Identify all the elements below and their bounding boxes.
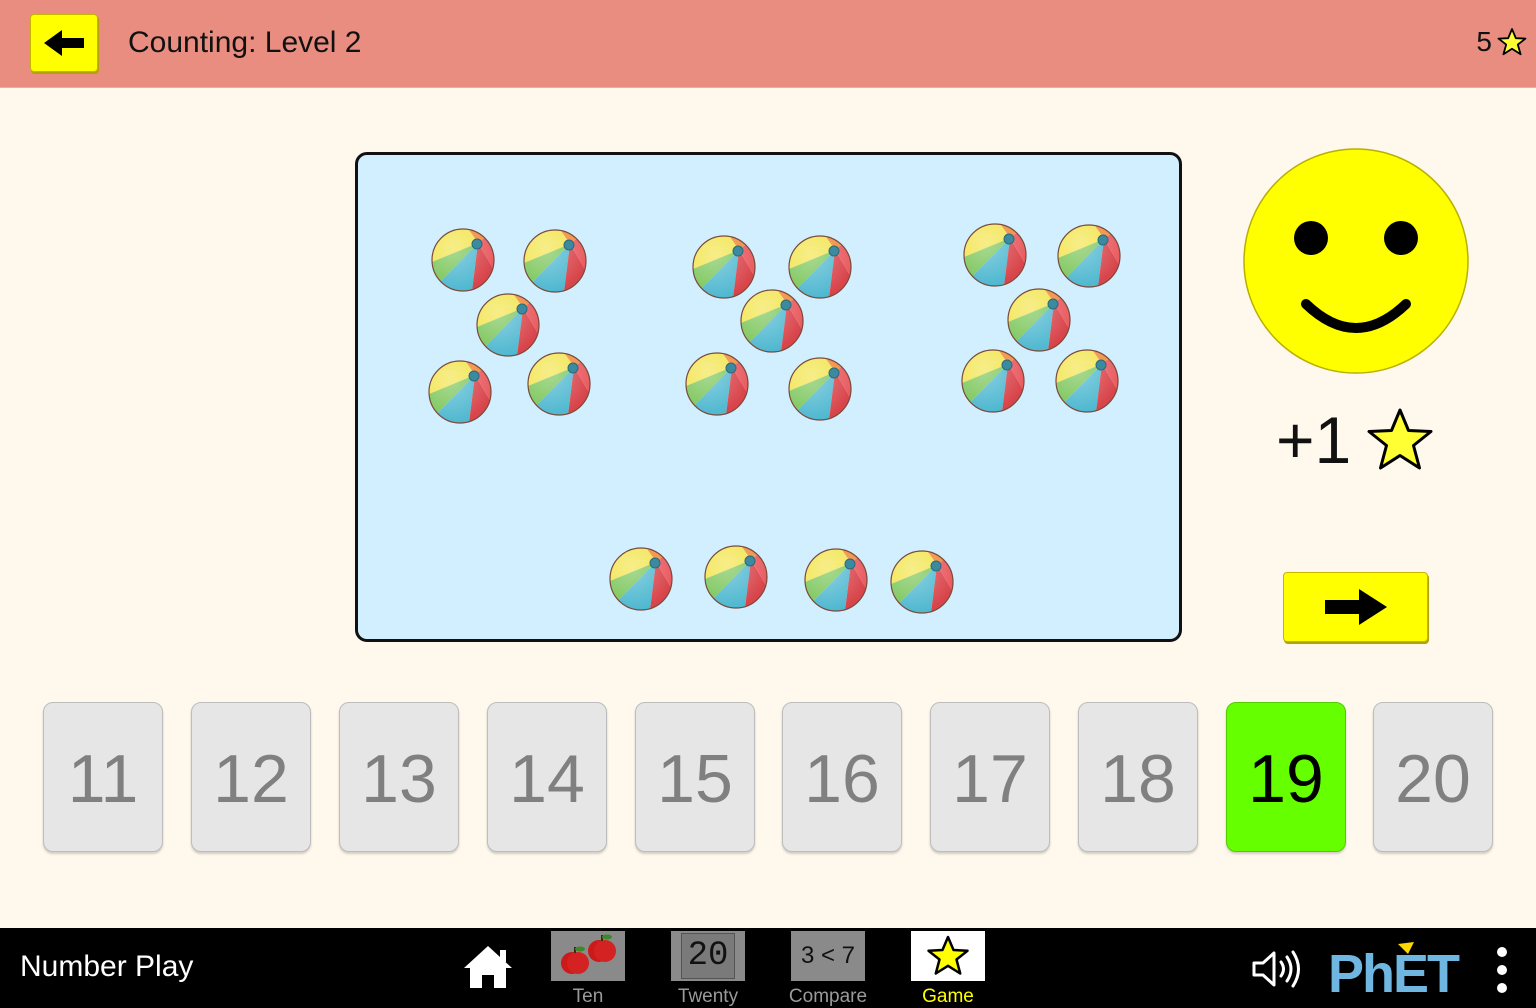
answer-button-16[interactable]: 16 (782, 702, 902, 852)
nav-label-game: Game (922, 986, 974, 1007)
answer-button-17[interactable]: 17 (930, 702, 1050, 852)
speaker-icon (1252, 950, 1300, 988)
star-icon (911, 931, 985, 981)
menu-dots-icon[interactable] (1492, 946, 1512, 994)
nav-screen-game[interactable]: Game (910, 931, 986, 1007)
phet-logo-text: PhET (1328, 944, 1460, 1000)
header-bar: Counting: Level 2 5 (0, 0, 1536, 88)
answer-button-20[interactable]: 20 (1373, 702, 1493, 852)
answer-button-15[interactable]: 15 (635, 702, 755, 852)
nav-label-twenty: Twenty (677, 986, 739, 1007)
twenty-icon-text: 20 (680, 933, 736, 979)
apples-icon (551, 931, 625, 981)
answer-buttons: 11 12 13 14 15 16 17 18 19 20 (43, 702, 1493, 852)
sim-title: Number Play (20, 950, 194, 983)
arrow-left-icon (44, 30, 84, 56)
smiley-face-icon (1243, 148, 1469, 374)
beach-ball[interactable] (960, 348, 1026, 414)
nav-screen-twenty[interactable]: 20 Twenty (670, 931, 746, 1007)
nav-label-compare: Compare (788, 986, 868, 1007)
beach-ball[interactable] (1006, 287, 1072, 353)
twenty-icon: 20 (671, 931, 745, 981)
star-icon (1497, 28, 1527, 56)
beach-ball[interactable] (739, 288, 805, 354)
level-title: Counting: Level 2 (128, 26, 362, 59)
arrow-right-icon (1324, 589, 1387, 625)
score-value: 5 (1476, 26, 1492, 57)
navigation-bar: Number Play Ten 20 Twenty 3 < 7 Compare … (0, 928, 1536, 1008)
next-challenge-button[interactable] (1283, 572, 1428, 642)
answer-button-12[interactable]: 12 (191, 702, 311, 852)
back-button[interactable] (30, 14, 98, 72)
beach-ball[interactable] (787, 356, 853, 422)
beach-ball[interactable] (430, 227, 496, 293)
beach-ball[interactable] (703, 544, 769, 610)
answer-button-11[interactable]: 11 (43, 702, 163, 852)
nav-label-ten: Ten (572, 986, 604, 1007)
answer-button-18[interactable]: 18 (1078, 702, 1198, 852)
beach-ball[interactable] (526, 351, 592, 417)
compare-icon-text: 3 < 7 (800, 942, 856, 969)
reward-indicator: +1 (1276, 402, 1435, 478)
beach-ball[interactable] (684, 351, 750, 417)
counting-play-area (355, 152, 1182, 642)
phet-logo[interactable]: PhET (1328, 940, 1483, 1000)
answer-button-13[interactable]: 13 (339, 702, 459, 852)
compare-icon: 3 < 7 (791, 931, 865, 981)
reward-text: +1 (1276, 403, 1352, 477)
sound-button[interactable] (1250, 948, 1304, 990)
home-button[interactable] (460, 942, 516, 992)
beach-ball[interactable] (889, 549, 955, 615)
beach-ball[interactable] (608, 546, 674, 612)
beach-ball[interactable] (962, 222, 1028, 288)
beach-ball[interactable] (522, 228, 588, 294)
beach-ball[interactable] (803, 547, 869, 613)
beach-ball[interactable] (475, 292, 541, 358)
star-icon (1367, 408, 1433, 470)
beach-ball[interactable] (1054, 348, 1120, 414)
beach-ball[interactable] (1056, 223, 1122, 289)
beach-ball[interactable] (427, 359, 493, 425)
score-display: 5 (1476, 26, 1528, 58)
answer-button-14[interactable]: 14 (487, 702, 607, 852)
answer-button-19[interactable]: 19 (1226, 702, 1346, 852)
nav-screen-ten[interactable]: Ten (550, 931, 626, 1007)
nav-screen-compare[interactable]: 3 < 7 Compare (789, 931, 867, 1007)
